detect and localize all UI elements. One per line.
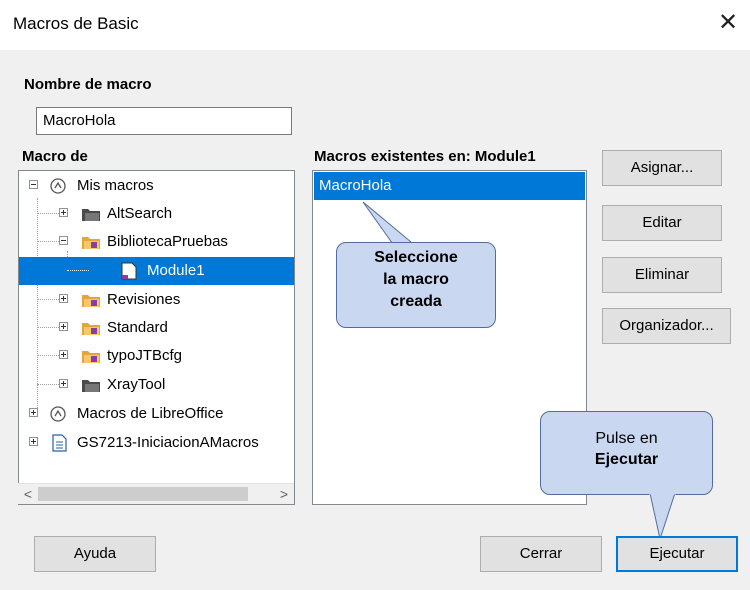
expand-toggle-icon[interactable]: [29, 408, 38, 417]
tree-item-label: AltSearch: [107, 205, 173, 222]
tree-item-altsearch[interactable]: AltSearch: [19, 200, 294, 228]
title-bar: Macros de Basic ✕: [0, 0, 750, 50]
close-button[interactable]: Cerrar: [480, 536, 602, 572]
expand-toggle-icon[interactable]: [59, 350, 68, 359]
tree-item-revisiones[interactable]: Revisiones: [19, 286, 294, 314]
module-document-icon: [121, 262, 137, 280]
expand-toggle-icon[interactable]: [59, 208, 68, 217]
folder-icon: [82, 295, 100, 307]
tree-item-bibliotecapruebas[interactable]: BibliotecaPruebas: [19, 228, 294, 256]
expand-toggle-icon[interactable]: [29, 437, 38, 446]
dark-folder-icon: [82, 209, 100, 221]
folder-icon: [82, 351, 100, 363]
tree-item-typojtbcfg[interactable]: typoJTBcfg: [19, 342, 294, 370]
tree-item-label: BibliotecaPruebas: [107, 233, 228, 250]
horizontal-scrollbar[interactable]: < >: [18, 483, 294, 504]
run-macro-callout: Pulse en Ejecutar: [540, 411, 713, 495]
tree-item-label: GS7213-IniciacionAMacros: [77, 434, 259, 451]
folder-icon: [82, 237, 100, 249]
macro-name-input[interactable]: MacroHola: [36, 107, 292, 135]
assign-button[interactable]: Asignar...: [602, 150, 722, 186]
collapse-toggle-icon[interactable]: [59, 236, 68, 245]
macro-container-icon: [50, 178, 66, 194]
scroll-right-icon[interactable]: >: [274, 484, 294, 504]
organizer-button[interactable]: Organizador...: [602, 308, 731, 344]
delete-button[interactable]: Eliminar: [602, 257, 722, 293]
tree-item-module1[interactable]: Module1: [19, 257, 294, 285]
tree-item-macros-libreoffice[interactable]: Macros de LibreOffice: [19, 400, 294, 428]
document-icon: [52, 434, 67, 452]
scroll-left-icon[interactable]: <: [18, 484, 38, 504]
tree-item-label: Standard: [107, 319, 168, 336]
window-title: Macros de Basic: [13, 14, 139, 33]
list-item-macrohola[interactable]: MacroHola: [314, 172, 585, 200]
tree-item-document[interactable]: GS7213-IniciacionAMacros: [19, 429, 294, 457]
tree-item-label: Mis macros: [77, 177, 154, 194]
edit-button[interactable]: Editar: [602, 205, 722, 241]
expand-toggle-icon[interactable]: [59, 294, 68, 303]
tree-item-label: Revisiones: [107, 291, 181, 308]
tree-item-label: XrayTool: [107, 376, 166, 393]
close-icon[interactable]: ✕: [714, 9, 742, 37]
tree-item-xraytool[interactable]: XrayTool: [19, 371, 294, 399]
expand-toggle-icon[interactable]: [59, 379, 68, 388]
tree-item-label: typoJTBcfg: [107, 347, 183, 364]
tree-item-label: Macros de LibreOffice: [77, 405, 224, 422]
help-button[interactable]: Ayuda: [34, 536, 156, 572]
tree-item-label: Module1: [147, 262, 205, 279]
tree-item-mis-macros[interactable]: Mis macros: [19, 172, 294, 200]
list-item-label: MacroHola: [319, 177, 392, 194]
expand-toggle-icon[interactable]: [59, 322, 68, 331]
scroll-thumb[interactable]: [38, 487, 248, 501]
run-button[interactable]: Ejecutar: [616, 536, 738, 572]
existing-macros-label: Macros existentes en: Module1: [314, 148, 536, 165]
macro-from-label: Macro de: [22, 148, 88, 165]
tree-item-standard[interactable]: Standard: [19, 314, 294, 342]
select-macro-callout: Seleccione la macro creada: [336, 242, 496, 328]
collapse-toggle-icon[interactable]: [29, 180, 38, 189]
dark-folder-icon: [82, 380, 100, 392]
macro-container-icon: [50, 406, 66, 422]
folder-icon: [82, 323, 100, 335]
macro-library-tree[interactable]: Mis macros AltSearch BibliotecaPruebas M…: [18, 170, 295, 505]
macro-name-label: Nombre de macro: [24, 76, 152, 93]
